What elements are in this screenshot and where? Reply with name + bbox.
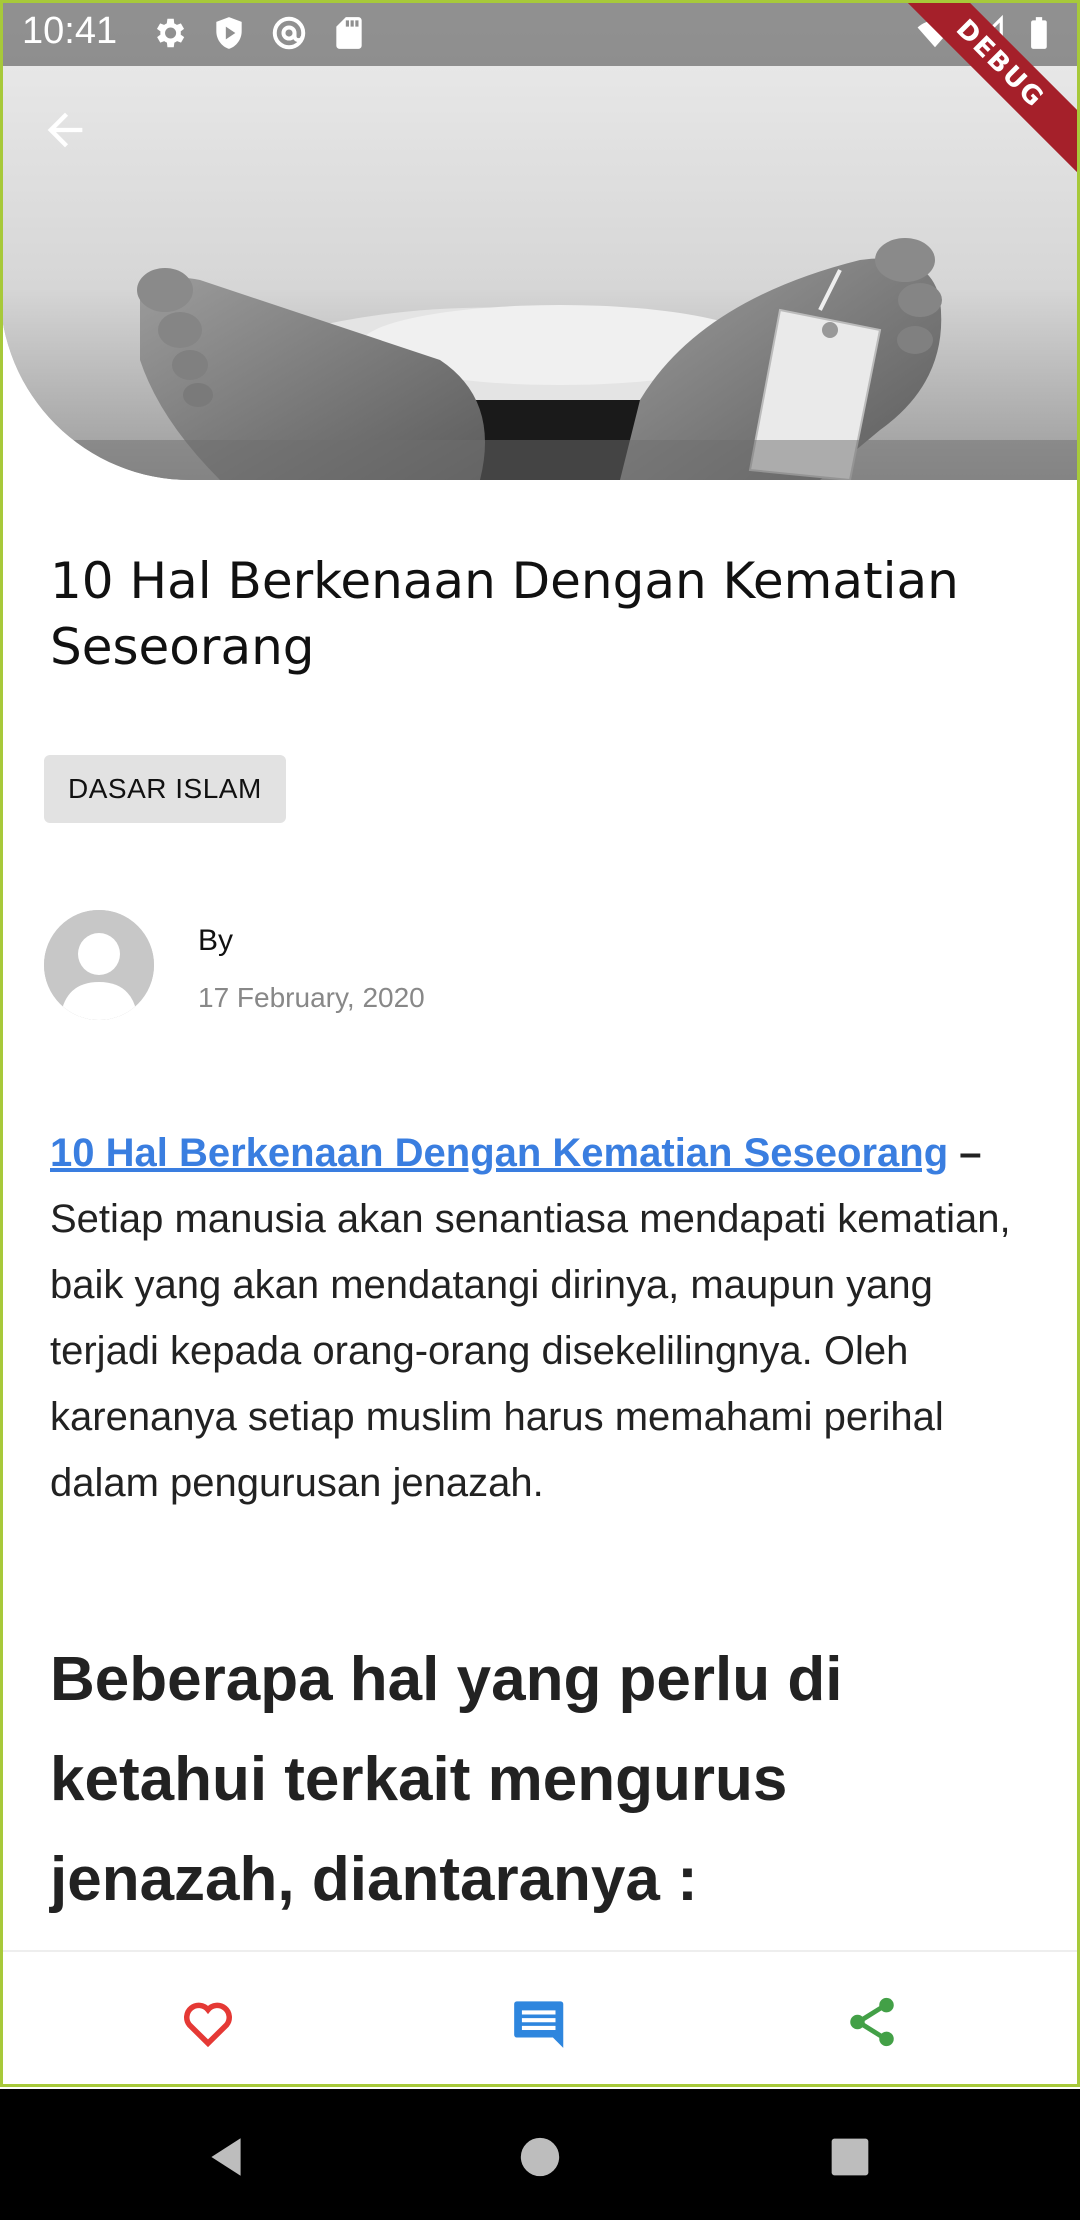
share-icon bbox=[850, 1997, 894, 2047]
nav-back-button[interactable] bbox=[186, 2117, 266, 2197]
comment-icon bbox=[514, 2001, 564, 2048]
nav-recents-button[interactable] bbox=[810, 2117, 890, 2197]
article-detail-screen: 10:41 DEBUG 10 Hal Berkenaan Dengan Kema… bbox=[0, 0, 1080, 2220]
default-user-avatar-icon bbox=[44, 910, 154, 1020]
category-chip[interactable]: DASAR ISLAM bbox=[44, 755, 286, 823]
publish-date: 17 February, 2020 bbox=[198, 982, 425, 1013]
shield-icon bbox=[216, 17, 242, 49]
section-heading: Beberapa hal yang perlu di ketahui terka… bbox=[50, 1645, 843, 1914]
hero-image bbox=[0, 0, 1080, 480]
body-dash: – bbox=[948, 1131, 982, 1175]
nav-back-icon bbox=[211, 2138, 241, 2176]
author-avatar bbox=[44, 910, 154, 1020]
back-button[interactable] bbox=[30, 95, 100, 165]
hero-photo-illustration bbox=[0, 0, 1080, 480]
comment-button[interactable] bbox=[500, 1982, 580, 2062]
arrow-back-icon bbox=[47, 112, 83, 148]
system-navigation-bar bbox=[0, 2087, 1080, 2220]
like-button[interactable] bbox=[168, 1982, 248, 2062]
nav-home-button[interactable] bbox=[500, 2117, 580, 2197]
status-time: 10:41 bbox=[22, 10, 118, 52]
article-body: 10 Hal Berkenaan Dengan Kematian Seseora… bbox=[50, 1120, 1035, 1516]
bottom-action-bar bbox=[0, 1950, 1080, 2089]
sd-card-icon bbox=[336, 17, 362, 49]
nav-recents-icon bbox=[831, 2138, 869, 2176]
at-sign-icon bbox=[272, 16, 306, 50]
article-link[interactable]: 10 Hal Berkenaan Dengan Kematian Seseora… bbox=[50, 1131, 948, 1175]
heart-icon bbox=[184, 2002, 232, 2048]
settings-icon bbox=[156, 18, 185, 48]
share-button[interactable] bbox=[832, 1982, 912, 2062]
body-paragraph: Setiap manusia akan senantiasa mendapati… bbox=[50, 1197, 1011, 1505]
status-icons-left bbox=[150, 14, 368, 52]
nav-home-icon bbox=[520, 2137, 560, 2177]
author-by-label: By bbox=[198, 924, 234, 957]
article-title: 10 Hal Berkenaan Dengan Kematian Seseora… bbox=[50, 552, 959, 676]
battery-icon bbox=[1031, 17, 1047, 49]
